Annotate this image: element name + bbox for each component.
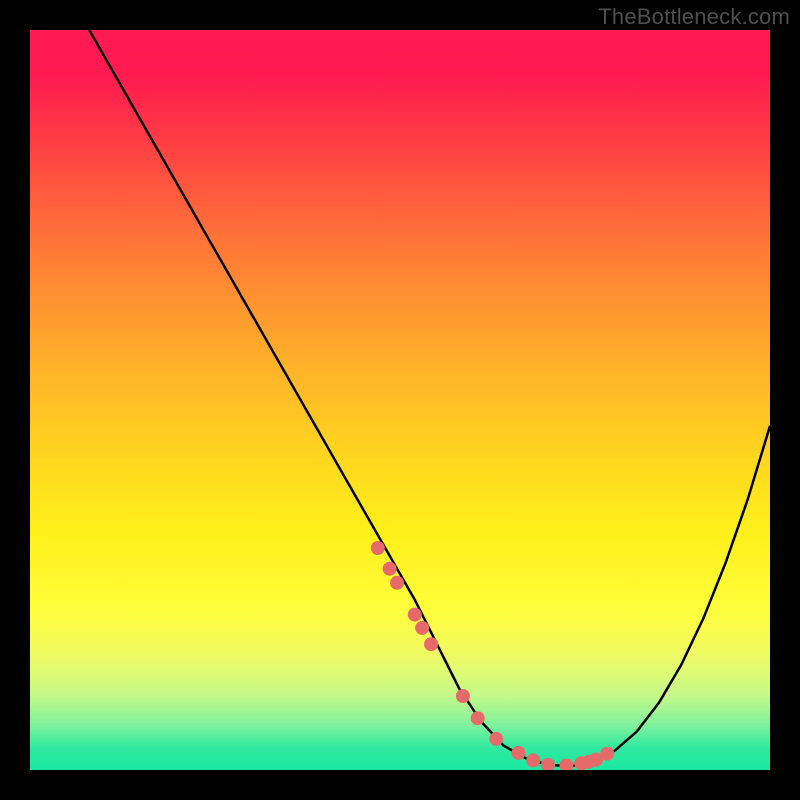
curve-dot	[390, 576, 404, 590]
curve-dot	[456, 689, 470, 703]
curve-dot	[371, 541, 385, 555]
curve-dot	[424, 637, 438, 651]
curve-dot	[489, 732, 503, 746]
curve-dot	[560, 759, 574, 770]
curve-dot	[600, 747, 614, 761]
curve-dot	[541, 758, 555, 770]
curve-dot	[471, 711, 485, 725]
chart-frame: TheBottleneck.com	[0, 0, 800, 800]
curve-dot	[415, 621, 429, 635]
curve-svg	[30, 30, 770, 770]
curve-dot	[511, 746, 525, 760]
curve-dot	[408, 608, 422, 622]
bottleneck-curve	[89, 30, 770, 766]
watermark-text: TheBottleneck.com	[598, 4, 790, 30]
curve-dot	[526, 753, 540, 767]
curve-dots	[371, 541, 614, 770]
plot-area	[30, 30, 770, 770]
curve-dot	[383, 562, 397, 576]
